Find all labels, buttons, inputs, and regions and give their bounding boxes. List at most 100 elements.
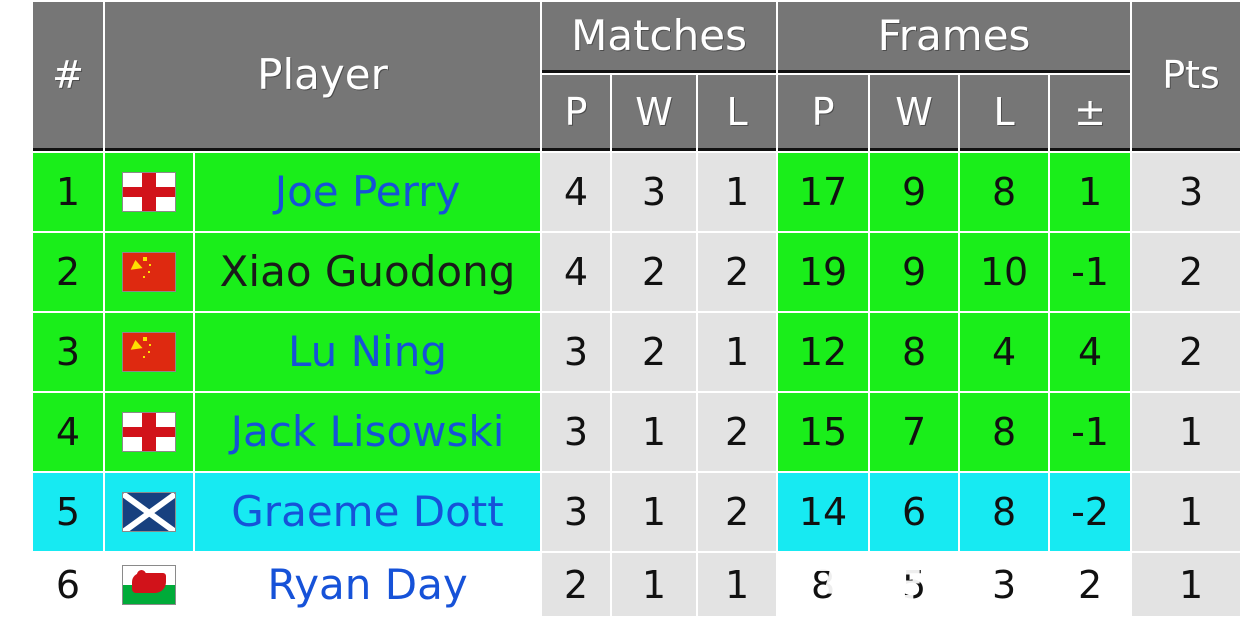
cell-frames-played: 15 [778,393,869,471]
england-flag [122,172,176,212]
header-frames-played[interactable]: P [778,75,869,151]
cell-frames-played: 17 [778,153,869,231]
cell-matches-won: 3 [612,153,697,231]
cell-player[interactable]: Jack Lisowski [195,393,541,471]
cell-rank: 3 [33,313,103,391]
cell-matches-played: 2 [542,553,611,616]
cell-frames-difference: -2 [1050,473,1131,551]
england-flag [122,412,176,452]
player-name[interactable]: Ryan Day [267,560,467,609]
cell-frames-won: 7 [870,393,959,471]
cell-frames-played: 19 [778,233,869,311]
cell-frames-won: 8 [870,313,959,391]
cell-player[interactable]: Graeme Dott [195,473,541,551]
cell-flag [105,313,193,391]
cell-matches-lost: 2 [698,393,777,471]
cell-frames-lost: 8 [960,473,1049,551]
cell-flag [105,233,193,311]
cell-frames-won: 9 [870,233,959,311]
cell-frames-played: 8 [778,553,869,616]
cell-frames-difference: 2 [1050,553,1131,616]
cell-rank: 1 [33,153,103,231]
cell-frames-difference: 4 [1050,313,1131,391]
player-name[interactable]: Graeme Dott [231,487,503,536]
cell-matches-lost: 1 [698,313,777,391]
table-header: # Player Matches Frames Pts P W L P W L … [33,2,1240,151]
cell-frames-lost: 4 [960,313,1049,391]
cell-frames-won: 5 [870,553,959,616]
cell-matches-lost: 1 [698,153,777,231]
player-name[interactable]: Lu Ning [288,327,447,376]
table-row[interactable]: 6 Ryan Day 2 1 1 8 5 3 2 1 [33,553,1240,616]
cell-matches-played: 3 [542,393,611,471]
cell-matches-lost: 2 [698,473,777,551]
cell-rank: 4 [33,393,103,471]
cell-points: 3 [1132,153,1240,231]
cell-frames-difference: -1 [1050,393,1131,471]
cell-rank: 2 [33,233,103,311]
cell-matches-played: 4 [542,233,611,311]
cell-points: 2 [1132,313,1240,391]
cell-points: 1 [1132,473,1240,551]
wales-flag [122,564,176,605]
cell-frames-lost: 8 [960,153,1049,231]
cell-rank: 5 [33,473,103,551]
cell-matches-lost: 1 [698,553,777,616]
cell-points: 1 [1132,393,1240,471]
table-row[interactable]: 2 Xiao Guodong 4 2 2 19 9 10 -1 2 [33,233,1240,311]
cell-matches-lost: 2 [698,233,777,311]
cell-player[interactable]: Ryan Day [195,553,541,616]
player-name[interactable]: Joe Perry [275,167,461,216]
cell-matches-won: 1 [612,553,697,616]
cell-matches-won: 2 [612,233,697,311]
header-matches-won[interactable]: W [612,75,697,151]
cell-flag [105,153,193,231]
table-row[interactable]: 5 Graeme Dott 3 1 2 14 6 8 -2 1 [33,473,1240,551]
header-matches-played[interactable]: P [542,75,611,151]
cell-frames-lost: 8 [960,393,1049,471]
table-row[interactable]: 3 Lu Ning 3 2 1 12 8 4 4 2 [33,313,1240,391]
cell-points: 1 [1132,553,1240,616]
header-frames-group: Frames [778,2,1131,74]
cell-player[interactable]: Joe Perry [195,153,541,231]
cell-frames-difference: 1 [1050,153,1131,231]
player-name[interactable]: Jack Lisowski [231,407,505,456]
cell-matches-played: 3 [542,473,611,551]
standings-screenshot: # Player Matches Frames Pts P W L P W L … [0,0,1240,618]
table-row[interactable]: 4 Jack Lisowski 3 1 2 15 7 8 -1 1 [33,393,1240,471]
header-player[interactable]: Player [105,2,541,151]
cell-rank: 6 [33,553,103,616]
cell-matches-won: 1 [612,393,697,471]
cell-player[interactable]: Lu Ning [195,313,541,391]
china-flag [122,332,176,372]
cell-frames-won: 6 [870,473,959,551]
cell-points: 2 [1132,233,1240,311]
header-frames-won[interactable]: W [870,75,959,151]
table-body: 1 Joe Perry 4 3 1 17 9 8 1 3 2 Xiao Guodong 4 2 2 19 9 10… [33,153,1240,616]
cell-player[interactable]: Xiao Guodong [195,233,541,311]
cell-frames-difference: -1 [1050,233,1131,311]
header-matches-lost[interactable]: L [698,75,777,151]
cell-matches-played: 3 [542,313,611,391]
header-row-top: # Player Matches Frames Pts [33,2,1240,151]
header-points[interactable]: Pts [1132,2,1240,151]
china-flag [122,252,176,292]
cell-frames-played: 12 [778,313,869,391]
header-matches-group: Matches [542,2,777,74]
cell-flag [105,473,193,551]
cell-matches-won: 2 [612,313,697,391]
scotland-flag [122,492,176,532]
cell-flag [105,393,193,471]
cell-frames-won: 9 [870,153,959,231]
header-rank[interactable]: # [33,2,103,151]
cell-frames-lost: 10 [960,233,1049,311]
table-row[interactable]: 1 Joe Perry 4 3 1 17 9 8 1 3 [33,153,1240,231]
header-frames-lost[interactable]: L [960,75,1049,151]
cell-flag [105,553,193,616]
cell-frames-lost: 3 [960,553,1049,616]
header-frames-difference[interactable]: ± [1050,75,1131,151]
cell-matches-won: 1 [612,473,697,551]
cell-frames-played: 14 [778,473,869,551]
cell-matches-played: 4 [542,153,611,231]
standings-table: # Player Matches Frames Pts P W L P W L … [31,0,1240,618]
